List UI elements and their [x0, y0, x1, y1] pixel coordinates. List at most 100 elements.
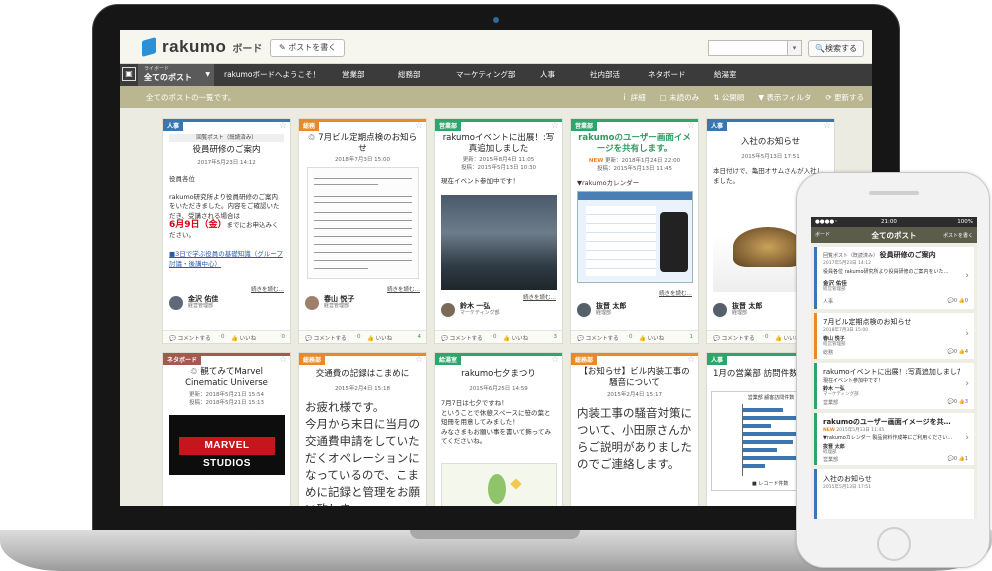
post-card[interactable]: 営業部 ☆ rakumoのユーザー画面イメージを共有します。 NEW 更新：20… [570, 118, 699, 344]
post-card[interactable]: 営業部 ☆ rakumoイベントに出展！:写真追加しました 更新：2015年8月… [434, 118, 563, 344]
tab-jinji[interactable]: 人事 [540, 64, 590, 86]
post-card[interactable]: 総務部 ☆ 交通費の記録はこまめに 2015年2月4日 15:18 お疲れ様です… [298, 352, 427, 506]
avatar [577, 302, 591, 317]
chevron-right-icon: › [965, 379, 969, 389]
post-title[interactable]: rakumoのユーザー画面イメージを共有します。 [577, 133, 692, 155]
board-nav-bar: ▣ ライボード 全てのポスト ▼ rakumoボードへようこそ！ 営業部 総務部… [120, 64, 872, 86]
read-more-link[interactable]: 続きを読む… [251, 285, 284, 293]
tab-bukatsu[interactable]: 社内部活 [590, 64, 648, 86]
card-footer: 💬 コメントする 0 👍 いいね 4 [299, 330, 426, 343]
author: 春山 悦子 経営管理部 [305, 295, 354, 310]
sidebar-toggle-icon[interactable]: ▣ [122, 67, 136, 81]
star-icon[interactable]: ☆ [551, 355, 559, 365]
comment-button[interactable]: 💬 コメントする [577, 334, 619, 342]
star-icon[interactable]: ☆ [687, 355, 695, 365]
phone-screen: ●●●●◦ 21:00 100% ボード 全てのポスト ポストを書く 回覧ポスト… [811, 217, 977, 519]
post-date: 2017年5月23日 14:12 [197, 160, 256, 166]
category-tag: 給湯室 [435, 356, 462, 365]
read-more-link[interactable]: 続きを読む… [387, 285, 420, 293]
comment-button[interactable]: 💬 コメントする [713, 334, 755, 342]
logo-text: rakumo [162, 37, 227, 56]
post-card[interactable]: 給湯室 ☆ rakumo七夕まつり 2015年6月25日 14:59 7月7日は… [434, 352, 563, 506]
post-dates: NEW 更新：2018年1月24日 22:00 投稿：2015年5月13日 11… [588, 158, 681, 172]
top-bar: rakumo ボード ✎ ポストを書く ▾ 🔍検索する [120, 30, 872, 64]
search-dropdown-toggle[interactable]: ▾ [788, 40, 802, 56]
like-button[interactable]: 👍 いいね [503, 334, 528, 342]
category-tag: 営業部 [571, 122, 598, 131]
post-title[interactable]: 【お知らせ】ビル内装工事の騒音について [577, 367, 692, 389]
like-button[interactable]: 👍 いいね [639, 334, 664, 342]
tanabata-image [441, 463, 557, 506]
phone-speaker [869, 191, 919, 195]
caret-down-icon: ▼ [205, 71, 210, 78]
category-tag: 総務部 [299, 356, 326, 365]
phone-home-button[interactable] [877, 527, 911, 561]
tab-soumu[interactable]: 総務部 [398, 64, 456, 86]
post-title[interactable]: 交通費の記録はこまめに [305, 369, 420, 380]
tab-neta[interactable]: ネタボード [648, 64, 714, 86]
card-footer: 💬 コメントする 0 👍 いいね 1 [571, 330, 698, 343]
author: 抜晋 太郎 経理部 [577, 302, 626, 317]
post-title[interactable]: 入社のお知らせ [713, 137, 828, 148]
mobile-write-button[interactable]: ポストを書く [943, 232, 973, 239]
chevron-right-icon: › [965, 329, 969, 339]
card-footer: 💬 コメントする 0 👍 いいね 0 [163, 330, 290, 343]
search-button[interactable]: 🔍検索する [808, 40, 864, 57]
star-icon[interactable]: ☆ [279, 355, 287, 365]
like-button[interactable]: 👍 いいね [367, 334, 392, 342]
comment-button[interactable]: 💬 コメントする [305, 334, 347, 342]
like-button[interactable]: 👍 いいね [231, 334, 256, 342]
share-icon: ♲ [190, 367, 201, 377]
post-date: 2015年6月25日 14:59 [469, 386, 528, 392]
tab-eigyo[interactable]: 営業部 [342, 64, 398, 86]
star-icon[interactable]: ☆ [415, 355, 423, 365]
avatar [169, 295, 183, 310]
star-icon[interactable]: ☆ [279, 121, 287, 131]
app-screen: rakumo ボード ✎ ポストを書く ▾ 🔍検索する ▣ ライボード 全てのポ… [120, 30, 872, 506]
star-icon[interactable]: ☆ [687, 121, 695, 131]
mobile-post-item[interactable]: 入社のお知らせ 2015年5月13日 17:51 [814, 469, 974, 519]
post-date: 2018年7月3日 15:00 [334, 157, 391, 163]
post-title[interactable]: rakumo七夕まつり [441, 369, 556, 380]
mobile-post-item[interactable]: 回覧ポスト（既読済み） 役員研修のご案内 2017年5月23日 14:12 役員… [814, 247, 974, 309]
sort-order-button[interactable]: ⇅ 公開順 [713, 92, 744, 103]
post-dates: 更新：2015年8月4日 11:05 投稿：2015年5月13日 10:30 [460, 157, 537, 171]
refresh-button[interactable]: ⟳ 更新する [825, 92, 864, 103]
mobile-post-item[interactable]: rakumoイベントに出展！:写真追加しました 現在イベント参加中です！ 鈴木 … [814, 363, 974, 409]
star-icon[interactable]: ☆ [415, 121, 423, 131]
comment-button[interactable]: 💬 コメントする [169, 334, 211, 342]
post-card[interactable]: 人事 ☆ 回覧ポスト（既読済み） 役員研修のご案内 2017年5月23日 14:… [162, 118, 291, 344]
post-title[interactable]: ♲ 7月ビル定期点検のお知らせ [305, 133, 420, 155]
comment-button[interactable]: 💬 コメントする [441, 334, 483, 342]
tab-marketing[interactable]: マーケティング部 [456, 64, 540, 86]
tab-kyuto[interactable]: 給湯室 [714, 64, 754, 86]
board-selector[interactable]: ライボード 全てのポスト ▼ [138, 64, 214, 86]
unread-only-checkbox[interactable]: □ 未読のみ [660, 92, 699, 103]
post-card[interactable]: 総務 ☆ ♲ 7月ビル定期点検のお知らせ 2018年7月3日 15:00 続きを… [298, 118, 427, 344]
tab-welcome[interactable]: rakumoボードへようこそ！ [220, 64, 342, 86]
post-card[interactable]: ネタボード ☆ ♲ 観てみてMarvel Cinematic Universe … [162, 352, 291, 506]
post-title[interactable]: 役員研修のご案内 [169, 145, 284, 156]
detail-toggle[interactable]: ｉ 詳細 [621, 92, 646, 103]
avatar [441, 302, 455, 317]
post-title[interactable]: ♲ 観てみてMarvel Cinematic Universe [169, 367, 284, 389]
category-tag: ネタボード [163, 356, 202, 365]
circular-badge: 回覧ポスト（既読済み） [169, 134, 284, 142]
logo-sub: ボード [232, 43, 263, 55]
mobile-post-item[interactable]: rakumoのユーザー画面イメージを共… NEW 2015年5月13日 11:4… [814, 413, 974, 465]
mobile-header: ボード 全てのポスト ポストを書く [811, 227, 977, 243]
star-icon[interactable]: ☆ [823, 121, 831, 131]
post-body: 現在イベント参加中です！ [441, 177, 519, 185]
star-icon[interactable]: ☆ [551, 121, 559, 131]
app-logo[interactable]: rakumo ボード [142, 37, 262, 57]
read-more-link[interactable]: 続きを読む… [523, 293, 556, 301]
display-filter-button[interactable]: ▼ 表示フィルタ [758, 92, 811, 103]
post-title[interactable]: rakumoイベントに出展！:写真追加しました [441, 133, 556, 155]
write-post-button[interactable]: ✎ ポストを書く [270, 39, 346, 57]
post-body: お疲れ様です。 今月から末日に当月の交通費申請をしていただくオペレーションになっ… [305, 400, 420, 506]
read-more-link[interactable]: 続きを読む… [659, 289, 692, 297]
search-input[interactable] [708, 40, 788, 56]
event-photo [441, 195, 557, 290]
mobile-post-item[interactable]: 7月ビル定期点検のお知らせ 2018年7月3日 15:00 春山 悦子 経営管理… [814, 313, 974, 359]
post-card[interactable]: 総務部 ☆ 【お知らせ】ビル内装工事の騒音について 2015年2月4日 15:1… [570, 352, 699, 506]
